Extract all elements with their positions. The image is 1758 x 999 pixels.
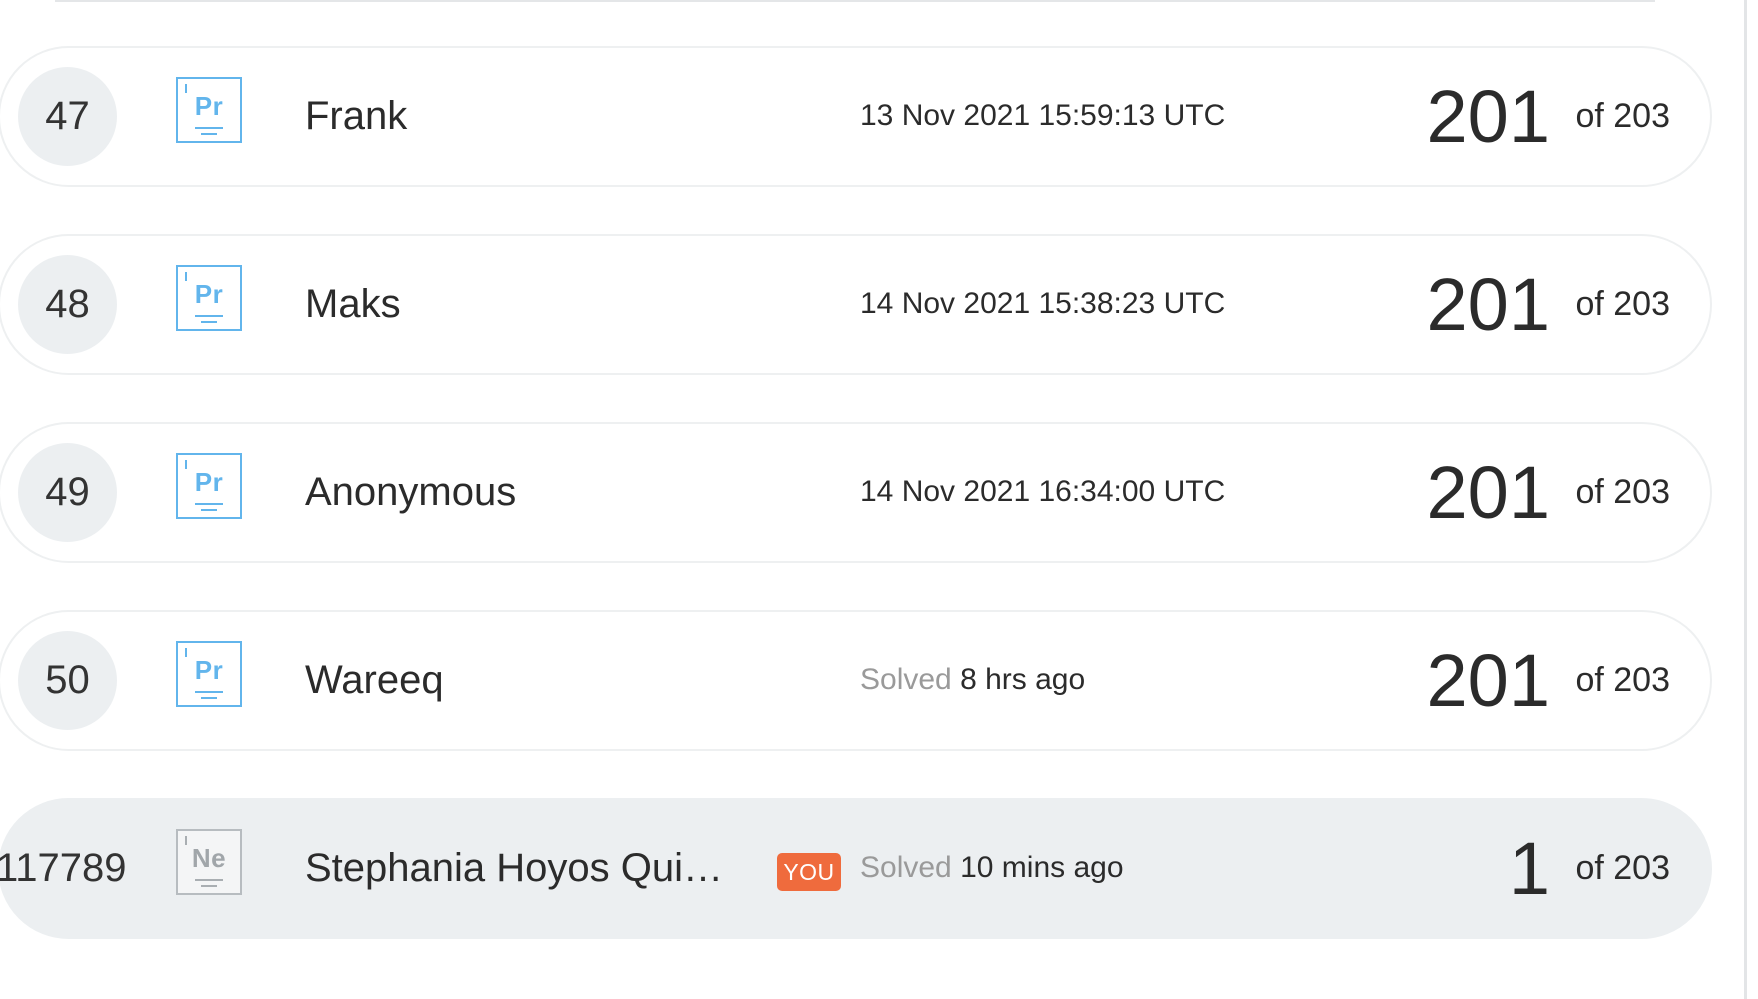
solve-time: 14 Nov 2021 16:34:00 UTC [860,475,1226,508]
leaderboard-page: 47 Pr Frank 13 Nov 2021 15:59:13 UTC 201… [0,0,1758,999]
rank-badge: 49 [18,443,117,542]
score-total: of 203 [1575,285,1670,323]
rank-badge: 47 [18,67,117,166]
user-name[interactable]: Maks [305,278,401,330]
current-user-row[interactable]: 117789 Ne Stephania Hoyos Quintero YOU S… [0,798,1712,939]
you-badge: YOU [777,853,841,891]
level-symbol: Pr [194,467,224,497]
solve-time: 14 Nov 2021 15:38:23 UTC [860,287,1226,320]
level-badge-icon: Ne [176,829,242,895]
level-symbol: Ne [191,843,227,873]
rank-badge: 117789 [0,846,127,890]
score-total: of 203 [1575,97,1670,135]
level-badge-icon: Pr [176,77,242,143]
user-name[interactable]: Anonymous [305,466,516,518]
rank-badge: 48 [18,255,117,354]
level-badge-icon: Pr [176,641,242,707]
level-symbol: Pr [194,655,224,685]
level-symbol: Pr [194,91,224,121]
user-name[interactable]: Frank [305,90,407,142]
score-value: 201 [1426,263,1550,346]
leaderboard-row[interactable]: 48 Pr Maks 14 Nov 2021 15:38:23 UTC 201 … [0,234,1712,375]
score-total: of 203 [1575,473,1670,511]
leaderboard-row[interactable]: 47 Pr Frank 13 Nov 2021 15:59:13 UTC 201… [0,46,1712,187]
scrollbar-track [1744,0,1747,999]
rank-badge: 50 [18,631,117,730]
user-name[interactable]: Wareeq [305,654,444,706]
user-name[interactable]: Stephania Hoyos Quintero [305,842,745,894]
score-value: 201 [1426,451,1550,534]
top-divider [55,0,1655,2]
solve-time: 13 Nov 2021 15:59:13 UTC [860,99,1226,132]
leaderboard-row[interactable]: 50 Pr Wareeq Solved 8 hrs ago 201 of 203 [0,610,1712,751]
score-value: 1 [1508,827,1550,910]
leaderboard-row[interactable]: 49 Pr Anonymous 14 Nov 2021 16:34:00 UTC… [0,422,1712,563]
level-symbol: Pr [194,279,224,309]
solve-time: Solved 10 mins ago [860,851,1124,884]
score-total: of 203 [1575,661,1670,699]
score-value: 201 [1426,75,1550,158]
level-badge-icon: Pr [176,453,242,519]
score-total: of 203 [1575,849,1670,887]
score-value: 201 [1426,639,1550,722]
level-badge-icon: Pr [176,265,242,331]
solve-time: Solved 8 hrs ago [860,663,1086,696]
